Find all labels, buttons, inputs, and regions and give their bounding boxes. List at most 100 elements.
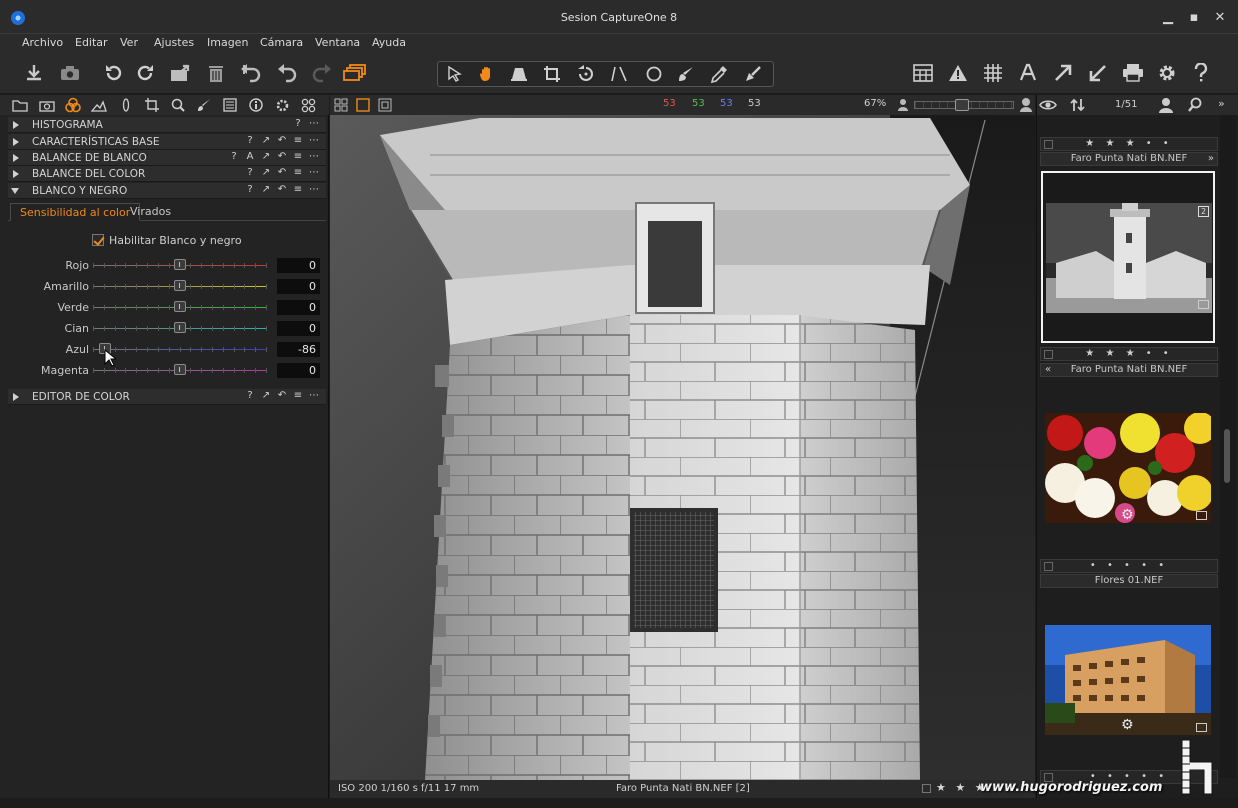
forward-icon[interactable]: » — [1208, 153, 1214, 165]
help-icon[interactable]: ? — [226, 151, 242, 162]
capture-tab-icon[interactable] — [38, 97, 56, 113]
presets-icon[interactable]: ≡ — [290, 167, 306, 178]
rotate-right-icon[interactable] — [133, 61, 159, 85]
circle-icon[interactable] — [641, 62, 667, 86]
single-view-icon[interactable] — [356, 98, 370, 112]
section-histograma[interactable]: HISTOGRAMA ? ⋯ — [8, 117, 326, 133]
image-viewer[interactable] — [330, 115, 1035, 780]
section-balance-del-color[interactable]: BALANCE DEL COLOR ? ↗ ↶ ≡ ⋯ — [8, 166, 326, 182]
thumb-select-checkbox[interactable] — [1044, 350, 1053, 359]
more-icon[interactable]: ⋯ — [306, 118, 322, 129]
slider-track[interactable] — [93, 347, 267, 352]
collapse-arrow-icon[interactable] — [13, 154, 19, 162]
scrollbar-thumb[interactable] — [1224, 429, 1230, 483]
warning-icon[interactable] — [945, 61, 971, 85]
local-adjust-tab-icon[interactable] — [195, 97, 213, 113]
reset-icon[interactable]: ↶ — [274, 167, 290, 178]
help-icon[interactable] — [1188, 61, 1214, 85]
more-icon[interactable]: ⋯ — [306, 390, 322, 401]
presets-icon[interactable]: ≡ — [290, 390, 306, 401]
arrow-down-icon[interactable] — [1085, 61, 1111, 85]
collapse-arrow-icon[interactable] — [13, 121, 19, 129]
slider-thumb[interactable] — [173, 322, 186, 333]
arrow-up-icon[interactable] — [1050, 61, 1076, 85]
grid-icon[interactable] — [910, 61, 936, 85]
batch-tab-icon[interactable] — [299, 97, 317, 113]
auto-icon[interactable]: A — [242, 151, 258, 162]
tab-virados[interactable]: Virados — [121, 203, 180, 221]
presets-icon[interactable]: ≡ — [290, 151, 306, 162]
section-balance-de-blanco[interactable]: BALANCE DE BLANCO ? A ↗ ↶ ≡ ⋯ — [8, 150, 326, 166]
layers-icon[interactable] — [342, 61, 368, 85]
presets-icon[interactable]: ≡ — [290, 184, 306, 195]
collapse-arrow-icon[interactable] — [13, 138, 19, 146]
color-tab-icon[interactable] — [64, 97, 82, 113]
export-icon[interactable] — [168, 61, 194, 85]
person-large-icon[interactable] — [1019, 97, 1033, 113]
menu-camara[interactable]: Cámara — [260, 36, 303, 49]
menu-archivo[interactable]: Archivo — [22, 36, 63, 49]
adjustments-tab-icon[interactable] — [221, 97, 239, 113]
pan-icon[interactable] — [474, 62, 500, 86]
menu-ventana[interactable]: Ventana — [315, 36, 360, 49]
camera-icon[interactable] — [57, 61, 83, 85]
thumbnail-building[interactable]: ⚙ — [1045, 625, 1211, 735]
copy-apply-icon[interactable]: ↗ — [258, 184, 274, 195]
thumb-rating[interactable]: ★ ★ ★ • • — [1040, 137, 1218, 151]
reset-icon[interactable]: ↶ — [274, 184, 290, 195]
trash-icon[interactable] — [203, 61, 229, 85]
menu-ayuda[interactable]: Ayuda — [372, 36, 406, 49]
slider-value-field[interactable]: 0 — [277, 363, 320, 378]
thumbnail-selected[interactable]: 2 — [1041, 171, 1215, 343]
sort-icon[interactable] — [1070, 98, 1086, 112]
select-checkbox[interactable] — [922, 784, 931, 793]
menu-editar[interactable]: Editar — [75, 36, 108, 49]
eye-icon[interactable] — [1039, 98, 1057, 112]
library-tab-icon[interactable] — [11, 97, 29, 113]
browser-scrollbar[interactable] — [1220, 115, 1236, 778]
thumb-select-checkbox[interactable] — [1044, 140, 1053, 149]
output-tab-icon[interactable] — [273, 97, 291, 113]
expand-arrow-icon[interactable] — [11, 188, 19, 194]
help-icon[interactable]: ? — [290, 118, 306, 129]
slider-value-field[interactable]: 0 — [277, 258, 320, 273]
minimize-button[interactable]: ▁ — [1158, 9, 1178, 27]
zoom-slider[interactable] — [914, 99, 1014, 111]
reset-icon[interactable]: ↶ — [274, 135, 290, 146]
search-icon[interactable] — [1187, 97, 1205, 113]
collapse-arrow-icon[interactable] — [13, 170, 19, 178]
user-icon[interactable] — [1158, 97, 1174, 113]
picker-icon[interactable] — [706, 62, 732, 86]
close-button[interactable]: ✕ — [1210, 9, 1230, 27]
menu-ajustes[interactable]: Ajustes — [154, 36, 194, 49]
collapse-arrow-icon[interactable] — [13, 393, 19, 401]
grid-view-icon[interactable] — [334, 98, 348, 112]
more-icon[interactable]: ⋯ — [306, 135, 322, 146]
undo-icon[interactable] — [238, 61, 264, 85]
exposure-tab-icon[interactable] — [90, 97, 108, 113]
proof-view-icon[interactable] — [378, 98, 392, 112]
rotate-left-icon[interactable] — [100, 61, 126, 85]
slider-value-field[interactable]: 0 — [277, 279, 320, 294]
text-icon[interactable] — [1015, 61, 1041, 85]
copy-apply-icon[interactable]: ↗ — [258, 151, 274, 162]
straighten-icon[interactable] — [606, 62, 632, 86]
redo-icon[interactable] — [309, 61, 335, 85]
more-icon[interactable]: ⋯ — [306, 151, 322, 162]
help-icon[interactable]: ? — [242, 184, 258, 195]
zoom-slider-thumb[interactable] — [955, 99, 969, 111]
slider-value-field[interactable]: -86 — [277, 342, 320, 357]
section-caracteristicas-base[interactable]: CARACTERÍSTICAS BASE ? ↗ ↶ ≡ ⋯ — [8, 134, 326, 150]
slider-value-field[interactable]: 0 — [277, 300, 320, 315]
slider-thumb[interactable] — [173, 364, 186, 375]
thumb-rating[interactable]: • • • • • — [1040, 559, 1218, 573]
reset-icon[interactable]: ↶ — [274, 151, 290, 162]
crop-icon[interactable] — [539, 62, 565, 86]
slider-value-field[interactable]: 0 — [277, 321, 320, 336]
back-icon[interactable]: « — [1045, 364, 1051, 376]
menu-imagen[interactable]: Imagen — [207, 36, 248, 49]
expand-panel-icon[interactable]: » — [1218, 97, 1225, 110]
pointer-icon[interactable] — [442, 62, 468, 86]
metadata-tab-icon[interactable] — [247, 97, 265, 113]
more-icon[interactable]: ⋯ — [306, 167, 322, 178]
